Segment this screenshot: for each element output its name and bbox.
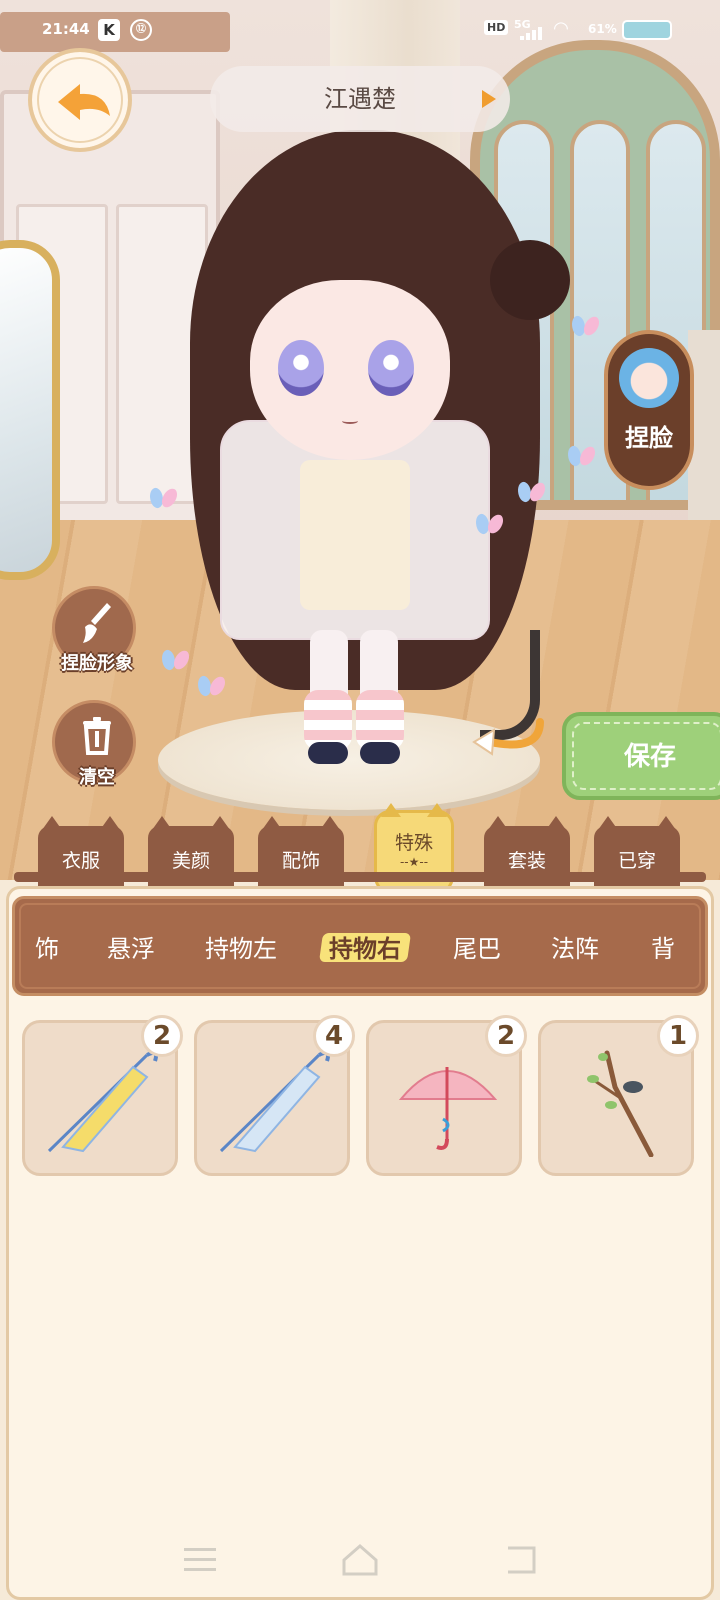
pinch-face-button[interactable]: 捏脸 xyxy=(604,330,694,490)
subtab-hold-left[interactable]: 持物左 xyxy=(205,929,277,964)
subtab-ornament[interactable]: 饰 xyxy=(35,929,59,964)
subtab-floating[interactable]: 悬浮 xyxy=(107,929,155,964)
character-mouth xyxy=(342,418,358,424)
battery-icon xyxy=(622,20,672,40)
system-nav-bar xyxy=(0,1534,720,1584)
item-card[interactable]: 2 xyxy=(22,1015,183,1176)
item-count-badge: 2 xyxy=(485,1015,527,1057)
avatar xyxy=(619,348,679,408)
tab-rail xyxy=(14,872,706,882)
branch-with-bird-icon xyxy=(587,1050,654,1157)
clock: 21:44 xyxy=(42,20,90,38)
item-card[interactable]: 2 xyxy=(366,1015,527,1176)
clear-umbrella-icon xyxy=(219,1051,330,1153)
pink-umbrella-icon xyxy=(398,1067,498,1150)
brush-icon xyxy=(83,603,111,643)
item-card[interactable]: 1 xyxy=(538,1015,699,1176)
clear-button[interactable]: 清空 xyxy=(52,700,136,788)
home-icon[interactable] xyxy=(340,1542,380,1576)
item-grid: 2 4 2 1 xyxy=(20,1015,700,1180)
subtab-hold-right[interactable]: 持物右 xyxy=(329,929,401,964)
hair-bun xyxy=(490,240,570,320)
k-app-icon: K xyxy=(98,19,120,41)
back-arrow-icon xyxy=(58,84,110,120)
battery-percent: 61% xyxy=(588,22,617,36)
tab-special[interactable]: 特殊 --★-- xyxy=(374,803,454,896)
character-face xyxy=(250,280,450,460)
subtab-back[interactable]: 背 xyxy=(651,929,675,964)
rotate-arrow-icon[interactable] xyxy=(470,712,550,762)
subcategory-bar[interactable]: 饰 悬浮 持物左 持物右 尾巴 法阵 背 xyxy=(12,896,708,996)
character-eye xyxy=(368,340,414,396)
subtab-tail[interactable]: 尾巴 xyxy=(453,929,501,964)
clear-label: 清空 xyxy=(79,767,115,788)
character-sock xyxy=(304,690,352,750)
character-sock xyxy=(356,690,404,750)
character-eye xyxy=(278,340,324,396)
save-label: 保存 xyxy=(572,722,720,790)
item-card[interactable]: 4 xyxy=(194,1015,355,1176)
butterfly-icon xyxy=(162,650,188,672)
play-icon[interactable] xyxy=(482,90,496,108)
butterfly-icon xyxy=(568,446,594,468)
item-count-badge: 1 xyxy=(657,1015,699,1057)
butterfly-icon xyxy=(572,316,598,338)
back-nav-icon[interactable] xyxy=(500,1542,540,1576)
character-dress xyxy=(300,460,410,610)
hd-icon: HD xyxy=(484,20,509,35)
butterfly-icon xyxy=(476,514,502,536)
character-name: 江遇楚 xyxy=(324,85,396,113)
signal-bars-icon xyxy=(520,26,546,40)
character-name-bar[interactable]: 江遇楚 xyxy=(210,66,510,132)
status-bar: 21:44 K ⑫ HD 5G ◠ 61% xyxy=(0,0,720,60)
pinch-face-label: 捏脸 xyxy=(625,424,673,452)
notification-icon: ⑫ xyxy=(130,19,152,41)
menu-icon[interactable] xyxy=(180,1542,220,1576)
butterfly-icon xyxy=(150,488,176,510)
save-button[interactable]: 保存 xyxy=(562,712,720,800)
standing-mirror xyxy=(0,240,60,580)
yellow-umbrella-icon xyxy=(47,1051,158,1153)
butterfly-icon xyxy=(518,482,544,504)
active-tab-decoration: --★-- xyxy=(399,855,429,869)
trash-icon xyxy=(83,717,111,755)
character-shoe xyxy=(360,742,400,764)
pinch-face-image-button[interactable]: 捏脸形象 xyxy=(52,586,136,674)
back-button[interactable] xyxy=(28,48,132,152)
subtab-magic-circle[interactable]: 法阵 xyxy=(551,929,599,964)
wifi-icon: ◠ xyxy=(554,18,568,39)
item-count-badge: 4 xyxy=(313,1015,355,1057)
character-shoe xyxy=(308,742,348,764)
item-count-badge: 2 xyxy=(141,1015,183,1057)
pinch-face-image-label: 捏脸形象 xyxy=(61,653,133,674)
butterfly-icon xyxy=(198,676,224,698)
